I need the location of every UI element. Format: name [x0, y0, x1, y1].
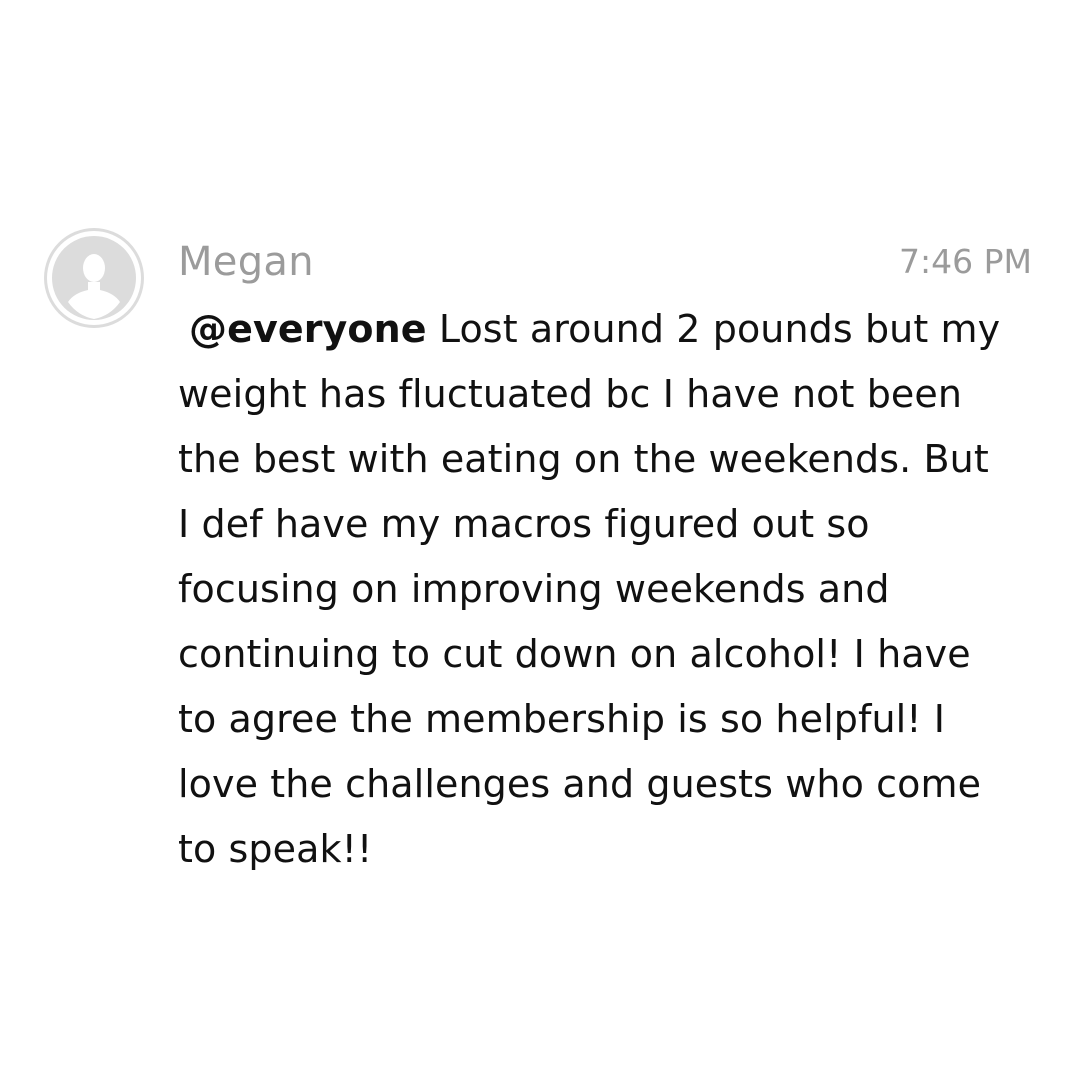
message-line: I def have my macros figured out so: [178, 502, 870, 546]
chat-message: Megan 7:46 PM @everyone Lost around 2 po…: [0, 0, 1080, 1080]
message-line: love the challenges and guests who come: [178, 762, 982, 806]
default-user-avatar-icon: [47, 231, 141, 325]
message-line: the best with eating on the weekends. Bu…: [178, 437, 989, 481]
user-avatar[interactable]: [44, 228, 144, 328]
message-line: to speak!!: [178, 827, 373, 871]
message-line: weight has fluctuated bc I have not been: [178, 372, 963, 416]
chat-screen: Megan 7:46 PM @everyone Lost around 2 po…: [0, 0, 1080, 1080]
message-body: @everyone Lost around 2 pounds but my we…: [178, 297, 1038, 882]
message-line: @everyone Lost around 2 pounds but my: [178, 297, 1038, 362]
mention-tag[interactable]: @everyone: [189, 307, 427, 351]
message-line: to agree the membership is so helpful! I: [178, 697, 946, 741]
message-line: continuing to cut down on alcohol! I hav…: [178, 632, 971, 676]
message-line: focusing on improving weekends and: [178, 567, 890, 611]
message-line-text: Lost around 2 pounds but my: [426, 307, 1001, 351]
message-timestamp: 7:46 PM: [899, 242, 1032, 281]
message-author-name[interactable]: Megan: [178, 236, 314, 288]
